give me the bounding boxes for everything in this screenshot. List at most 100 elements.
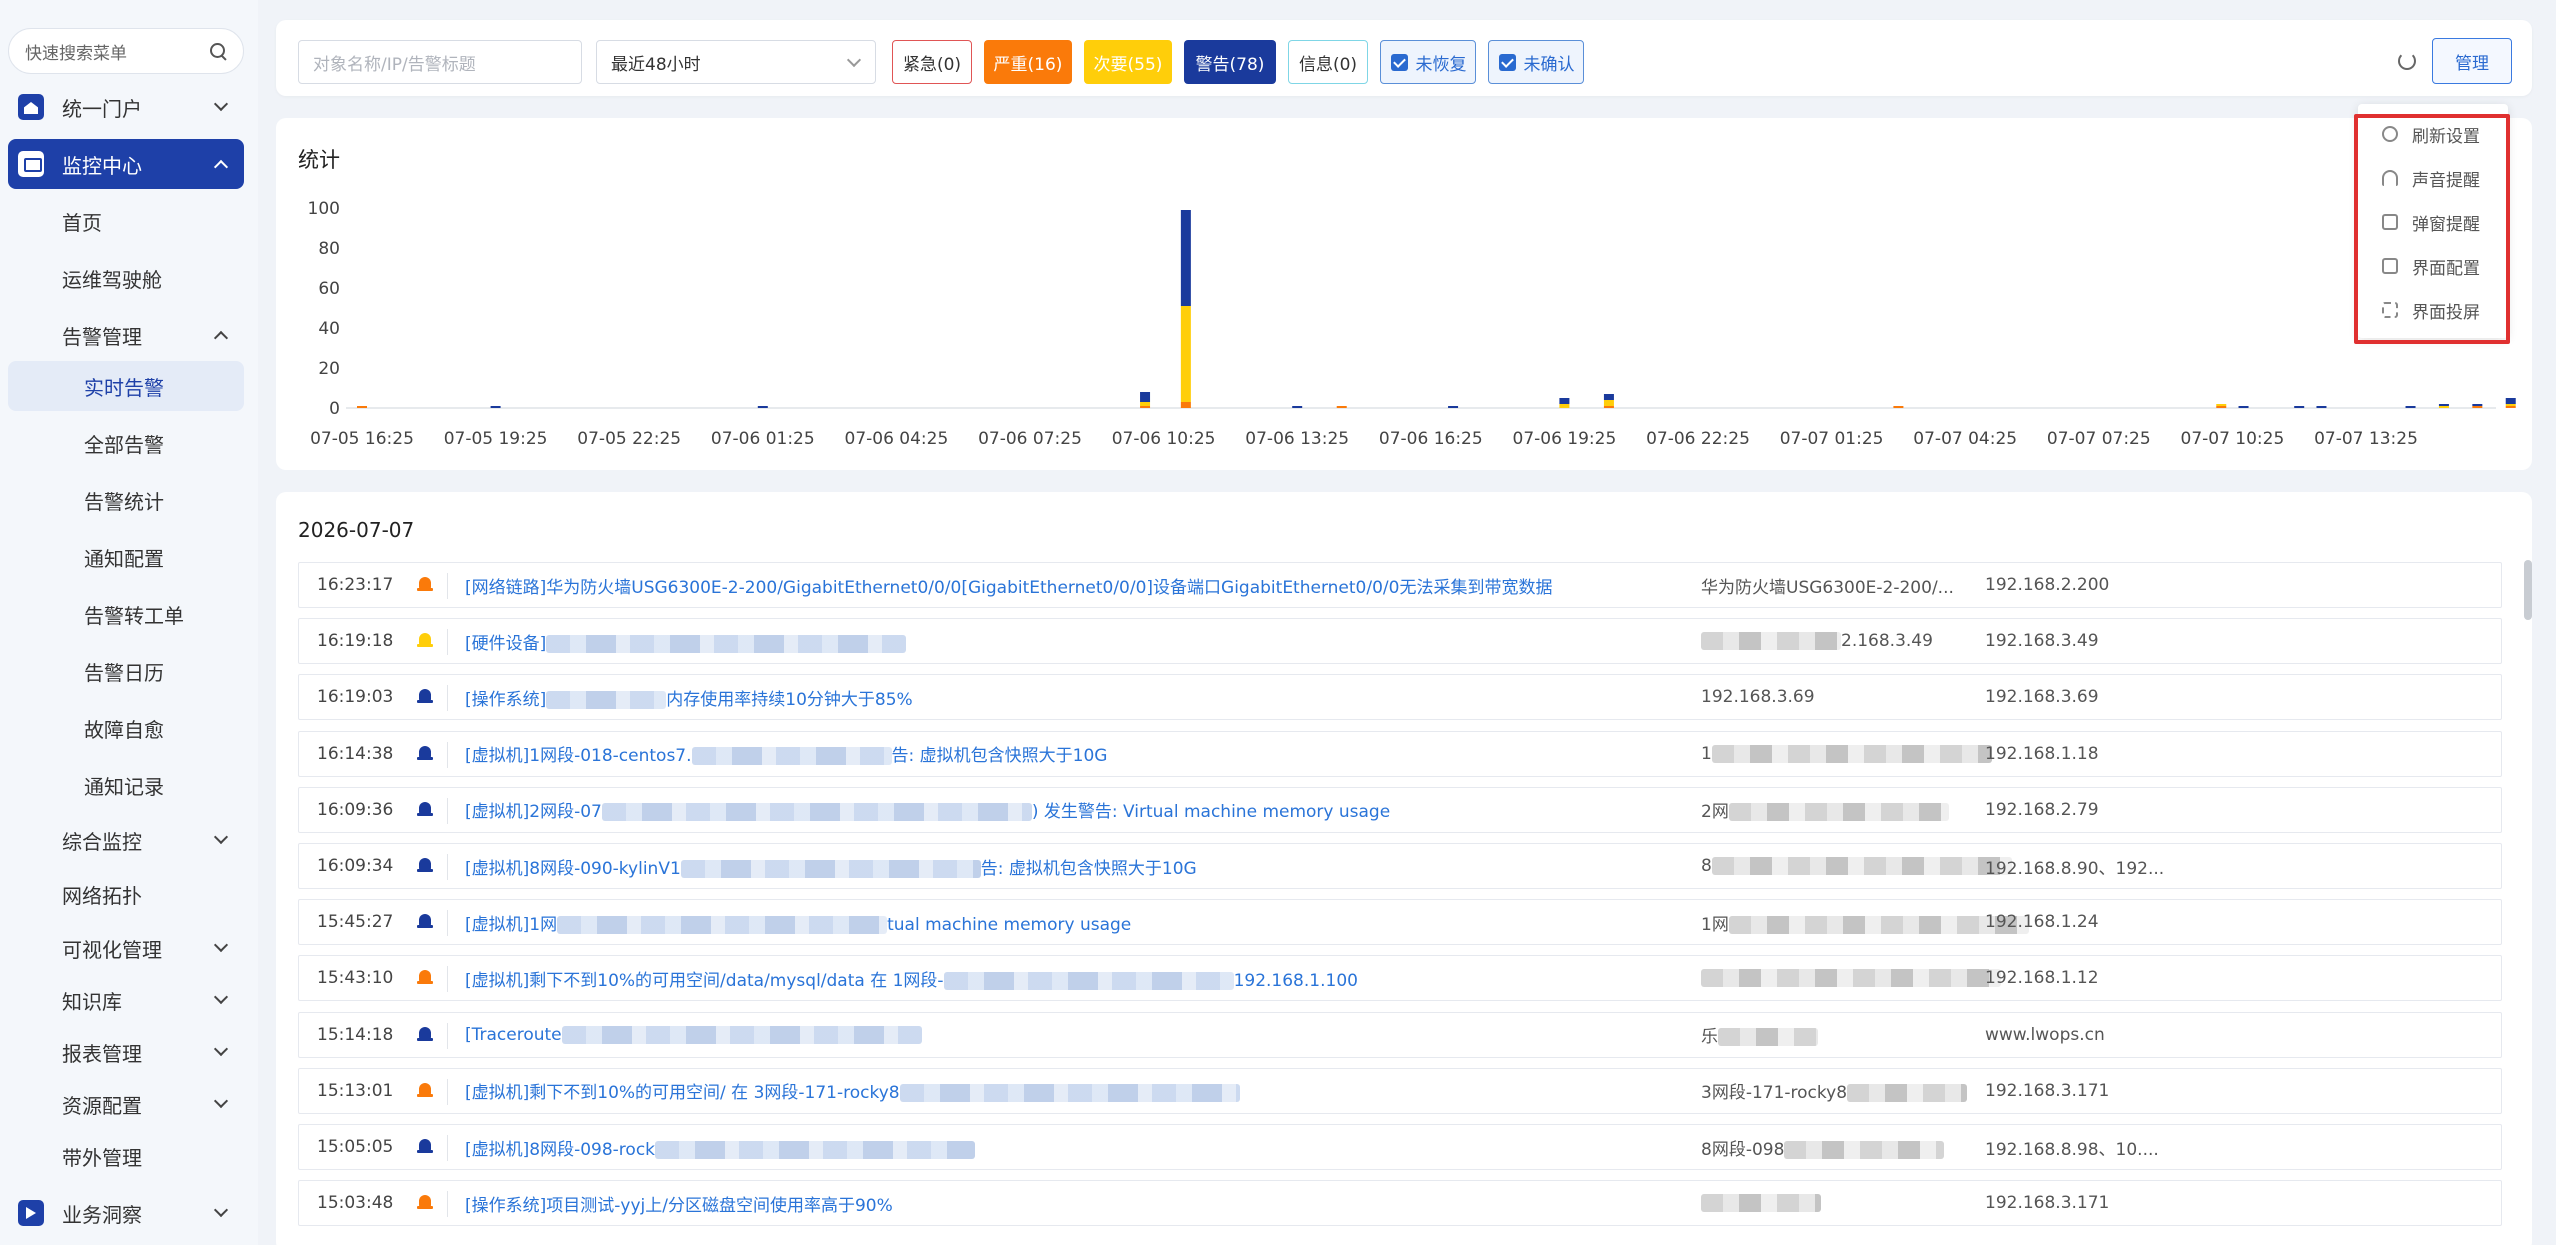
- sidebar-item-home[interactable]: 首页: [8, 196, 244, 246]
- menu-item-ui-config[interactable]: 界面配置: [2382, 244, 2522, 288]
- sidebar-item-notify-config[interactable]: 通知配置: [8, 532, 244, 582]
- sidebar-item-notify-records[interactable]: 通知记录: [8, 760, 244, 810]
- sidebar-item-alarm-management[interactable]: 告警管理: [8, 310, 244, 360]
- alarm-title-link[interactable]: [硬件设备]: [465, 629, 907, 654]
- bar-segment-warning[interactable]: [1603, 394, 1614, 400]
- bar-segment-warning[interactable]: [2472, 404, 2483, 406]
- alarm-row[interactable]: 15:43:10 [虚拟机]剩下不到10%的可用空间/data/mysql/dat…: [298, 955, 2502, 1002]
- bar-segment-minor[interactable]: [2505, 404, 2516, 406]
- bar-segment-warning[interactable]: [2238, 406, 2249, 408]
- alarm-search-input[interactable]: 对象名称/IP/告警标题: [298, 40, 582, 84]
- alarm-title-link[interactable]: [虚拟机]8网段-098-rock: [465, 1135, 976, 1160]
- list-scrollbar[interactable]: [2524, 560, 2532, 620]
- sidebar-item-integrated-monitor[interactable]: 综合监控: [8, 815, 244, 865]
- bar-segment-minor[interactable]: [2216, 404, 2227, 406]
- alarm-title-link[interactable]: [Traceroute: [465, 1025, 922, 1045]
- bar-segment-minor[interactable]: [1180, 306, 1191, 402]
- alarm-title-link[interactable]: [虚拟机]2网段-07) 发生警告: Virtual machine memor…: [465, 797, 1390, 822]
- redacted-text: [1711, 744, 1992, 763]
- search-icon[interactable]: [209, 42, 227, 60]
- bar-segment-severe[interactable]: [2216, 406, 2227, 408]
- sidebar-item-all-alarms[interactable]: 全部告警: [8, 418, 244, 468]
- bar-segment-warning[interactable]: [1140, 392, 1151, 402]
- menu-search-placeholder: 快速搜索菜单: [25, 43, 127, 64]
- manage-button[interactable]: 管理: [2432, 38, 2512, 84]
- bar-segment-severe[interactable]: [1336, 406, 1347, 408]
- alarm-row[interactable]: 16:09:34 [虚拟机]8网段-090-kylinV1 告: 虚拟机包含快照大于…: [298, 843, 2502, 889]
- sidebar-item-portal[interactable]: 统一门户: [8, 82, 244, 132]
- bar-segment-severe[interactable]: [1893, 406, 1904, 408]
- menu-item-popup-alert[interactable]: 弹窗提醒: [2382, 200, 2522, 244]
- sidebar-item-monitor-center[interactable]: 监控中心: [8, 139, 244, 189]
- bar-segment-severe[interactable]: [1603, 406, 1614, 408]
- alarm-title-link[interactable]: [虚拟机]剩下不到10%的可用空间/ 在 3网段-171-rocky8: [465, 1078, 1240, 1103]
- filter-tag-minor[interactable]: 次要(55): [1084, 40, 1172, 84]
- bar-segment-severe[interactable]: [357, 406, 367, 408]
- bar-segment-warning[interactable]: [2438, 404, 2449, 406]
- sidebar-item-visualization[interactable]: 可视化管理: [8, 923, 244, 973]
- alarm-title-link[interactable]: [操作系统]项目测试-yyj上/分区磁盘空间使用率高于90%: [465, 1191, 893, 1216]
- sidebar-item-resource-config[interactable]: 资源配置: [8, 1079, 244, 1129]
- alarm-title-link[interactable]: [虚拟机]1网段-018-centos7. 告: 虚拟机包含快照大于10G: [465, 741, 1107, 766]
- menu-search-input[interactable]: 快速搜索菜单: [8, 28, 244, 74]
- alarm-row[interactable]: 16:19:03 [操作系统] 内存使用率持续10分钟大于85% 192.168.3.…: [298, 674, 2502, 721]
- filter-tag-warning[interactable]: 警告(78): [1184, 40, 1276, 84]
- sidebar-item-realtime-alarm[interactable]: 实时告警: [8, 361, 244, 411]
- bar-segment-warning[interactable]: [2405, 406, 2416, 408]
- alarm-row[interactable]: 15:05:05 [虚拟机]8网段-098-rock 8网段-098 192.168.…: [298, 1124, 2502, 1170]
- time-range-select[interactable]: 最近48小时: [596, 40, 876, 84]
- menu-item-sound-alert[interactable]: 声音提醒: [2382, 156, 2522, 200]
- bar-segment-severe[interactable]: [2505, 406, 2516, 408]
- menu-item-refresh-settings[interactable]: 刷新设置: [2382, 112, 2522, 156]
- bar-segment-minor[interactable]: [1140, 402, 1151, 406]
- bar-segment-warning[interactable]: [2294, 406, 2305, 408]
- sidebar-item-business-insight[interactable]: 业务洞察: [8, 1188, 244, 1238]
- alarm-row[interactable]: 16:19:18 [硬件设备] 2.168.3.49 192.168.3.49: [298, 618, 2502, 665]
- alarm-title-link[interactable]: [操作系统] 内存使用率持续10分钟大于85%: [465, 685, 913, 710]
- bar-segment-warning[interactable]: [757, 406, 768, 408]
- bar-segment-warning[interactable]: [1559, 398, 1570, 404]
- filter-bar: 对象名称/IP/告警标题 最近48小时 紧急(0) 严重(16) 次要(55) …: [276, 20, 2532, 96]
- sidebar-item-out-of-band[interactable]: 带外管理: [8, 1131, 244, 1181]
- filter-tag-severe[interactable]: 严重(16): [984, 40, 1072, 84]
- sidebar-item-ops-cockpit[interactable]: 运维驾驶舱: [8, 253, 244, 303]
- bar-segment-warning[interactable]: [1292, 406, 1303, 408]
- alarm-title-link[interactable]: [虚拟机]1网 tual machine memory usage: [465, 910, 1131, 935]
- bar-segment-severe[interactable]: [1180, 402, 1191, 408]
- alarm-title-link[interactable]: [虚拟机]8网段-090-kylinV1 告: 虚拟机包含快照大于10G: [465, 854, 1197, 879]
- alarm-row[interactable]: 15:14:18 [Traceroute 乐 www.lwops.cn: [298, 1011, 2502, 1058]
- bar-segment-severe[interactable]: [2472, 406, 2483, 408]
- filter-checkbox-unconfirmed[interactable]: 未确认: [1488, 40, 1584, 84]
- sidebar-item-alarm-to-ticket[interactable]: 告警转工单: [8, 589, 244, 639]
- sidebar-item-self-healing[interactable]: 故障自愈: [8, 703, 244, 753]
- sidebar-item-network-topology[interactable]: 网络拓扑: [8, 869, 244, 919]
- refresh-icon[interactable]: [2398, 52, 2416, 70]
- filter-tag-urgent[interactable]: 紧急(0): [892, 40, 972, 84]
- bar-segment-minor[interactable]: [2438, 406, 2449, 408]
- sidebar-item-knowledge-base[interactable]: 知识库: [8, 975, 244, 1025]
- bar-segment-warning[interactable]: [1448, 406, 1459, 408]
- alarm-row[interactable]: 15:13:01 [虚拟机]剩下不到10%的可用空间/ 在 3网段-171-roc…: [298, 1067, 2502, 1114]
- alarm-row[interactable]: 15:03:48 [操作系统]项目测试-yyj上/分区磁盘空间使用率高于90% 19…: [298, 1180, 2502, 1227]
- alarm-title-link[interactable]: [虚拟机]剩下不到10%的可用空间/data/mysql/data 在 1网段-…: [465, 966, 1358, 991]
- bar-segment-minor[interactable]: [1603, 400, 1614, 406]
- sidebar-item-label: 首页: [62, 210, 102, 235]
- bar-segment-warning[interactable]: [2316, 406, 2327, 408]
- menu-item-screen-cast[interactable]: 界面投屏: [2382, 288, 2522, 332]
- alarm-row[interactable]: 15:45:27 [虚拟机]1网 tual machine memory usage…: [298, 899, 2502, 946]
- bar-segment-warning[interactable]: [2505, 398, 2516, 404]
- bar-segment-severe[interactable]: [1140, 406, 1151, 408]
- bar-segment-minor[interactable]: [1559, 404, 1570, 408]
- bar-segment-warning[interactable]: [1180, 210, 1191, 306]
- alarm-row[interactable]: 16:09:36 [虚拟机]2网段-07) 发生警告: Virtual machi…: [298, 786, 2502, 833]
- sidebar-item-alarm-stats[interactable]: 告警统计: [8, 475, 244, 525]
- bar-segment-warning[interactable]: [490, 406, 501, 408]
- sidebar-item-alarm-calendar[interactable]: 告警日历: [8, 646, 244, 696]
- alarm-row[interactable]: 16:23:17 [网络链路]华为防火墙USG6300E-2-200/Gigabi…: [298, 562, 2502, 608]
- alarm-row[interactable]: 16:14:38 [虚拟机]1网段-018-centos7. 告: 虚拟机包含快照大…: [298, 730, 2502, 777]
- filter-checkbox-unrecovered[interactable]: 未恢复: [1380, 40, 1476, 84]
- sidebar-item-reports[interactable]: 报表管理: [8, 1027, 244, 1077]
- alarm-title-link[interactable]: [网络链路]华为防火墙USG6300E-2-200/GigabitEtherne…: [465, 573, 1552, 598]
- filter-tag-info[interactable]: 信息(0): [1288, 40, 1368, 84]
- alarm-time: 15:03:48: [317, 1193, 394, 1214]
